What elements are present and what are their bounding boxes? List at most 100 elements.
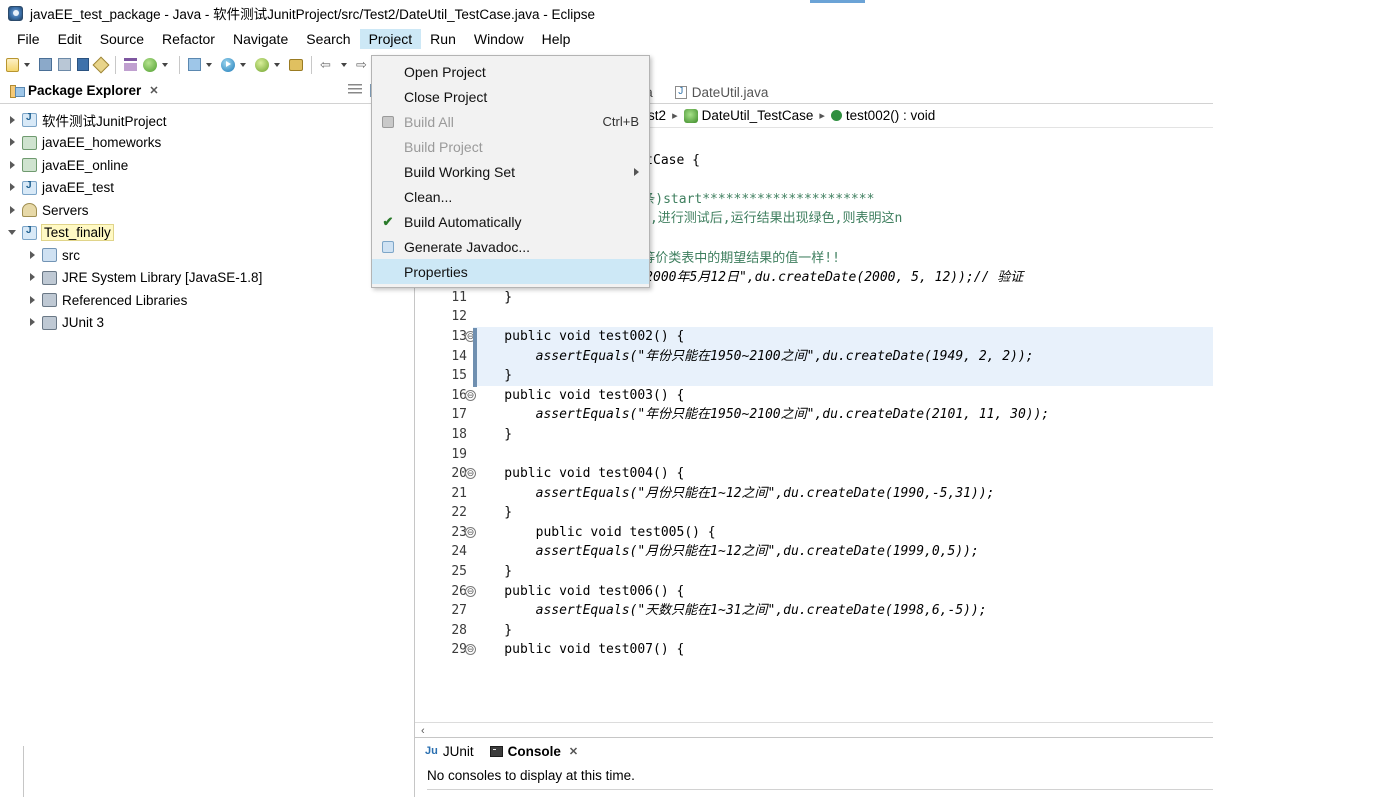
menu-run[interactable]: Run: [421, 29, 465, 49]
new-star-button[interactable]: [186, 57, 217, 72]
project-menu-dropdown[interactable]: Open Project Close Project Build All Ctr…: [371, 55, 650, 288]
javadoc-icon: [382, 240, 394, 253]
menu-item-build-automatically[interactable]: ✔ Build Automatically: [372, 209, 649, 234]
run-button[interactable]: [219, 57, 251, 73]
tree-item-javaee-online[interactable]: javaEE_online: [4, 154, 414, 177]
chevron-right-icon[interactable]: [28, 318, 37, 327]
chevron-down-icon[interactable]: [240, 62, 246, 67]
line-number: 25: [451, 564, 467, 580]
new-file-button[interactable]: [4, 57, 35, 73]
menu-help[interactable]: Help: [533, 29, 580, 49]
project-tree[interactable]: 软件测试JunitProject javaEE_homeworks javaEE…: [0, 104, 414, 797]
chevron-right-icon[interactable]: [8, 205, 17, 215]
chevron-down-icon[interactable]: [8, 228, 17, 237]
chevron-right-icon[interactable]: [28, 250, 37, 260]
library-icon: [42, 270, 57, 285]
print-button[interactable]: [75, 57, 91, 72]
chevron-right-icon[interactable]: [8, 138, 17, 147]
tree-item-javaee-test[interactable]: javaEE_test: [4, 177, 414, 200]
gutter-line: 20 ⊖: [415, 464, 476, 484]
chevron-down-icon[interactable]: [206, 62, 212, 67]
tab-console[interactable]: Console ✕: [489, 744, 578, 759]
gutter-line: 29 ⊖: [415, 640, 476, 660]
chevron-down-icon[interactable]: [162, 62, 168, 67]
run-as-icon: [221, 57, 235, 72]
package-explorer-tabbar[interactable]: Package Explorer ✕: [0, 78, 414, 104]
gutter-line: 11: [415, 288, 467, 308]
gutter-line: 12: [415, 307, 467, 327]
tree-item-javaee-homeworks[interactable]: javaEE_homeworks: [4, 132, 414, 155]
menu-project[interactable]: Project: [359, 28, 422, 49]
menu-refactor[interactable]: Refactor: [153, 29, 224, 49]
gutter-line: 13 ⊖: [415, 327, 476, 347]
external-tools-button[interactable]: [141, 57, 173, 73]
main-toolbar[interactable]: ⇦ ⇨: [0, 51, 1399, 78]
menu-search[interactable]: Search: [297, 29, 359, 49]
line-number: 17: [451, 407, 467, 423]
line-number: 14: [451, 348, 467, 364]
menu-item-close-project[interactable]: Close Project: [372, 84, 649, 109]
code-line-text: }: [473, 622, 513, 638]
new-type-button[interactable]: [122, 57, 139, 72]
servers-folder-icon: [22, 203, 37, 218]
breadcrumb-item-method[interactable]: test002() : void: [830, 108, 935, 123]
menu-edit[interactable]: Edit: [49, 29, 91, 49]
toolbar-divider-3: [311, 55, 312, 74]
chevron-right-icon[interactable]: [28, 295, 37, 305]
chevron-right-icon[interactable]: [8, 115, 17, 125]
gutter-line: 26 ⊖: [415, 582, 476, 602]
menu-window[interactable]: Window: [465, 29, 533, 49]
chevron-right-icon[interactable]: [28, 273, 37, 282]
eclipse-icon: [8, 5, 23, 21]
editor-tab-dateutil[interactable]: DateUtil.java: [671, 82, 773, 103]
toolbar-divider: [115, 55, 116, 74]
menu-navigate[interactable]: Navigate: [224, 29, 297, 49]
menu-item-properties[interactable]: Properties: [372, 259, 649, 284]
close-icon[interactable]: ✕: [569, 745, 578, 758]
tree-item-label: Test_finally: [41, 224, 114, 242]
gutter-line: 17: [415, 405, 467, 425]
back-nav-button[interactable]: ⇦: [318, 56, 352, 74]
menu-item-build-project[interactable]: Build Project: [372, 134, 649, 159]
menu-item-build-working-set[interactable]: Build Working Set: [372, 159, 649, 184]
tree-item-src[interactable]: src: [4, 244, 414, 267]
scroll-left-icon[interactable]: ‹: [421, 725, 425, 737]
key-button[interactable]: [287, 58, 305, 72]
tree-item-test-finally[interactable]: Test_finally: [4, 222, 414, 245]
tree-item-label: 软件测试JunitProject: [42, 114, 167, 130]
collapse-all-icon[interactable]: [348, 84, 362, 97]
chevron-down-icon[interactable]: [24, 62, 30, 67]
code-line-text: assertEquals("年份只能在1950~2100之间",du.creat…: [473, 407, 1050, 423]
chevron-right-icon[interactable]: [8, 160, 17, 170]
tree-item-ruanjian-junitproject[interactable]: 软件测试JunitProject: [4, 109, 414, 132]
menu-file[interactable]: File: [8, 29, 49, 49]
menubar[interactable]: File Edit Source Refactor Navigate Searc…: [0, 26, 1399, 51]
menu-item-clean[interactable]: Clean...: [372, 184, 649, 209]
tree-item-jre-system-library[interactable]: JRE System Library [JavaSE-1.8]: [4, 267, 414, 290]
tab-junit[interactable]: Ju JUnit: [425, 744, 474, 759]
menu-source[interactable]: Source: [91, 29, 153, 49]
debug-button[interactable]: [253, 57, 285, 73]
close-icon[interactable]: ✕: [149, 84, 158, 97]
chevron-down-icon[interactable]: [341, 62, 347, 67]
tree-item-junit3[interactable]: JUnit 3: [4, 312, 414, 335]
console-icon: [489, 745, 503, 757]
menu-item-build-all[interactable]: Build All Ctrl+B: [372, 109, 649, 134]
tree-item-referenced-libraries[interactable]: Referenced Libraries: [4, 289, 414, 312]
tab-package-explorer[interactable]: Package Explorer ✕: [6, 81, 163, 100]
code-line-text: }: [473, 505, 513, 521]
menu-item-label: Properties: [404, 263, 468, 280]
save-button[interactable]: [37, 57, 54, 72]
menu-item-generate-javadoc[interactable]: Generate Javadoc...: [372, 234, 649, 259]
chevron-down-icon[interactable]: [274, 62, 280, 67]
menu-item-open-project[interactable]: Open Project: [372, 59, 649, 84]
save-all-button[interactable]: [56, 57, 73, 72]
breadcrumb-item-class[interactable]: DateUtil_TestCase: [683, 108, 813, 123]
quick-edit-button[interactable]: [92, 56, 110, 73]
library-icon: [42, 315, 57, 330]
java-project-icon: [22, 225, 37, 240]
tab-label: Package Explorer: [28, 83, 142, 98]
chevron-right-icon[interactable]: [8, 183, 17, 192]
tree-item-servers[interactable]: Servers: [4, 199, 414, 222]
line-number: 15: [451, 368, 467, 384]
